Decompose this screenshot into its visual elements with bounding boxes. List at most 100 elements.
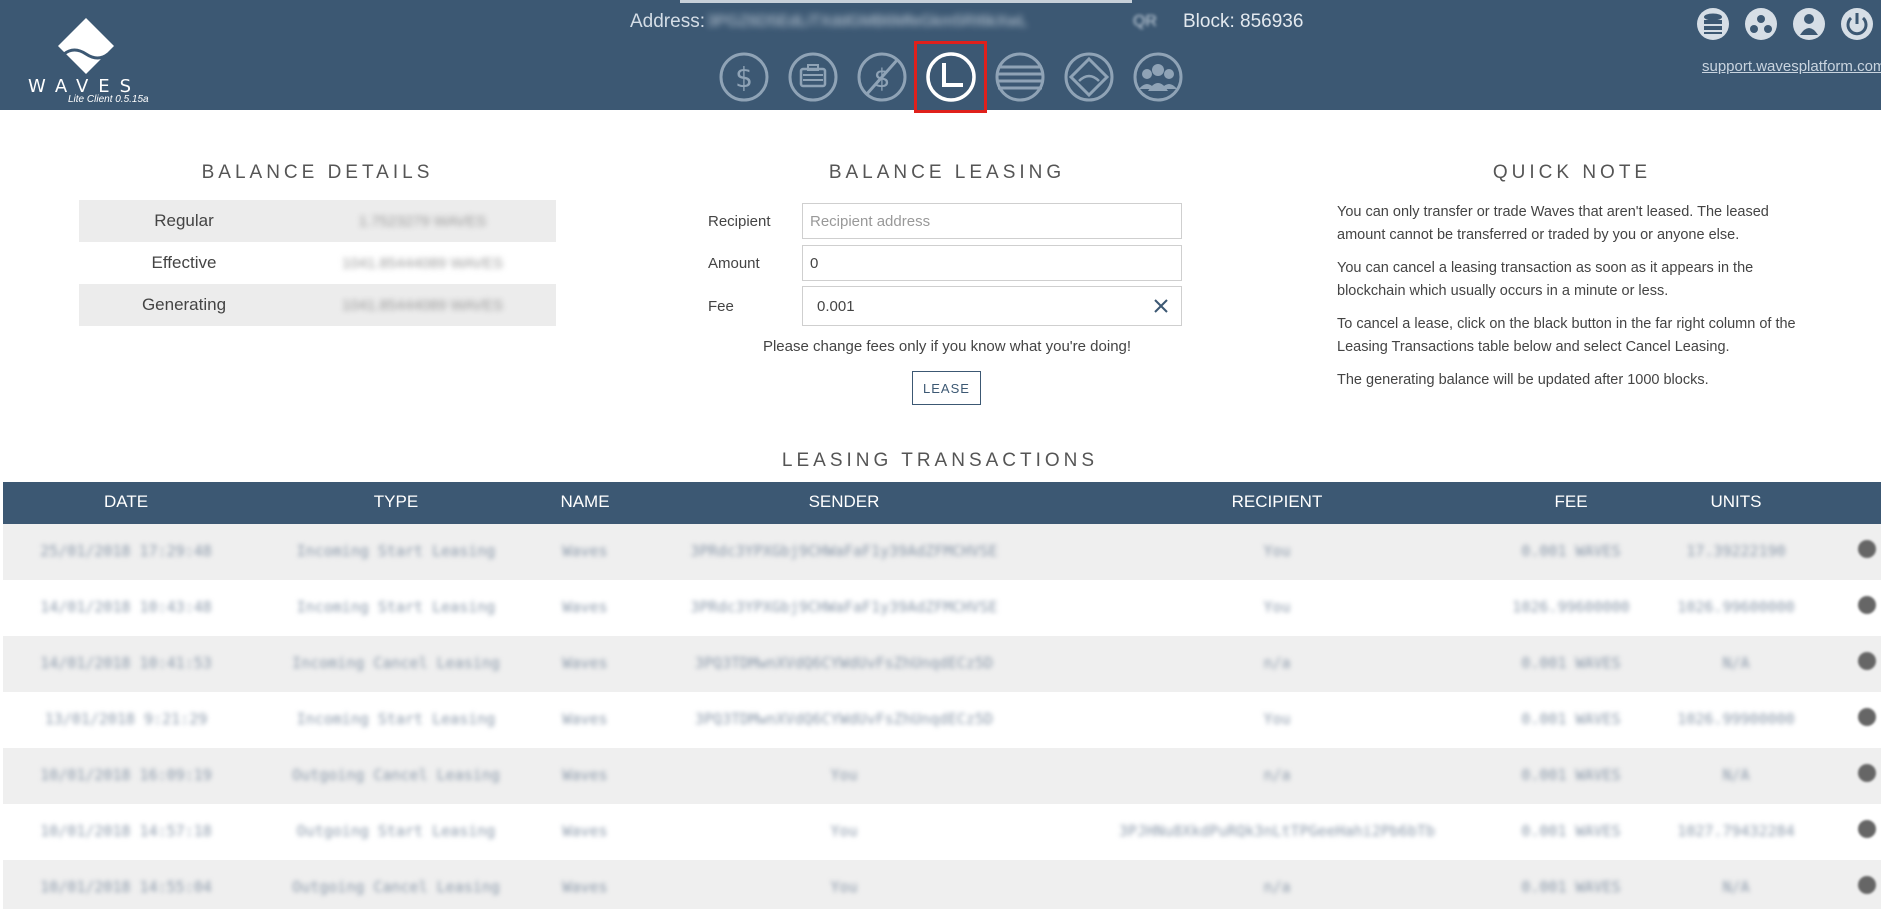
logout-button[interactable]: [1839, 6, 1875, 42]
network-button[interactable]: [1743, 6, 1779, 42]
table-row[interactable]: 14/01/2018 10:43:48 Incoming Start Leasin…: [3, 580, 1881, 636]
table-cell: Incoming Start Leasing: [296, 598, 496, 616]
recipient-input[interactable]: Recipient address: [802, 203, 1182, 239]
row-action-button[interactable]: [1858, 540, 1876, 558]
leasing-icon: [925, 52, 976, 102]
table-row[interactable]: 25/01/2018 17:29:48 Incoming Start Leasin…: [3, 524, 1881, 580]
table-cell: 0.001 WAVES: [1521, 822, 1621, 840]
transactions-body: 25/01/2018 17:29:48 Incoming Start Leasin…: [3, 524, 1881, 909]
table-row[interactable]: 13/01/2018 9:21:29 Incoming Start Leasing…: [3, 692, 1881, 748]
col-name[interactable]: NAME: [560, 492, 609, 512]
table-row[interactable]: 14/01/2018 10:41:53 Incoming Cancel Leasi…: [3, 636, 1881, 692]
clear-fee-icon[interactable]: [1151, 296, 1171, 316]
table-cell: 1027.79432284: [1677, 822, 1795, 840]
col-type[interactable]: TYPE: [374, 492, 418, 512]
table-cell: 13/01/2018 9:21:29: [44, 710, 208, 728]
balance-label: Effective: [151, 253, 217, 272]
balance-label: Regular: [154, 211, 214, 230]
table-cell: Incoming Start Leasing: [296, 710, 496, 728]
community-icon: [1133, 52, 1182, 102]
table-cell: 0.001 WAVES: [1521, 710, 1621, 728]
qr-button[interactable]: QR: [1133, 13, 1157, 31]
transactions-header: DATE TYPE NAME SENDER RECIPIENT FEE UNIT…: [3, 482, 1881, 524]
row-action-button[interactable]: [1858, 876, 1876, 894]
network-icon: [1745, 8, 1777, 40]
table-cell: You: [1263, 710, 1291, 728]
balance-value: 1041.85444089 WAVES: [342, 296, 503, 314]
waves-diamond-icon: [58, 18, 114, 74]
fee-label: Fee: [708, 297, 734, 315]
table-cell: Outgoing Start Leasing: [296, 822, 496, 840]
row-action-button[interactable]: [1858, 708, 1876, 726]
col-sender[interactable]: SENDER: [809, 492, 880, 512]
lease-form: Recipient Recipient address Amount 0 Fee…: [708, 200, 1186, 328]
address-value[interactable]: 3PGZ6D5EdLiTXddGMB6MfeGkm5RI6kXwL: [707, 13, 1127, 31]
table-cell: Outgoing Cancel Leasing: [292, 878, 500, 896]
table-row[interactable]: 10/01/2018 14:55:04 Outgoing Cancel Leasi…: [3, 860, 1881, 909]
col-units[interactable]: UNITS: [1711, 492, 1762, 512]
table-cell: 3PRdc3YPXGbj9CHWaFaF1y39AdZFMCHVSE: [690, 598, 998, 616]
note-paragraph: The generating balance will be updated a…: [1337, 372, 1709, 388]
table-cell: 17.39222190: [1686, 542, 1786, 560]
row-action-button[interactable]: [1858, 596, 1876, 614]
balance-row-generating: Generating 1041.85444089 WAVES: [79, 284, 556, 326]
table-cell: 0.001 WAVES: [1521, 878, 1621, 896]
account-button[interactable]: [1791, 6, 1827, 42]
amount-label: Amount: [708, 254, 760, 272]
user-icon: [1793, 8, 1825, 40]
table-cell: 10/01/2018 16:09:19: [40, 766, 212, 784]
recipient-label: Recipient: [708, 212, 771, 230]
lease-button[interactable]: LEASE: [912, 371, 981, 405]
waves-logo[interactable]: WAVES Lite Client 0.5.15a: [14, 6, 149, 105]
nav-exchange[interactable]: $: [854, 50, 909, 104]
table-cell: Waves: [562, 654, 608, 672]
table-cell: 10/01/2018 14:57:18: [40, 822, 212, 840]
fee-row: Fee 0.001: [708, 284, 1186, 328]
table-row[interactable]: 10/01/2018 16:09:19 Outgoing Cancel Leasi…: [3, 748, 1881, 804]
nav-community[interactable]: [1130, 50, 1185, 104]
row-action-button[interactable]: [1858, 764, 1876, 782]
power-icon: [1841, 8, 1873, 40]
row-action-button[interactable]: [1858, 820, 1876, 838]
row-action-button[interactable]: [1858, 652, 1876, 670]
fee-warning: Please change fees only if you know what…: [762, 338, 1132, 355]
table-cell: Incoming Cancel Leasing: [292, 654, 500, 672]
table-cell: n/a: [1263, 654, 1291, 672]
note-paragraph: You can cancel a leasing transaction as …: [1337, 260, 1754, 299]
table-row[interactable]: 10/01/2018 14:57:18 Outgoing Start Leasin…: [3, 804, 1881, 860]
table-cell: 3PRdc3YPXGbj9CHWaFaF1y39AdZFMCHVSE: [690, 542, 998, 560]
amount-input[interactable]: 0: [802, 245, 1182, 281]
col-date[interactable]: DATE: [104, 492, 148, 512]
block-height: Block: 856936: [1182, 11, 1304, 32]
nav-leasing[interactable]: [914, 41, 987, 113]
nav-wallet[interactable]: $: [716, 50, 771, 104]
note-paragraph: You can only transfer or trade Waves tha…: [1337, 204, 1769, 243]
table-cell: You: [1263, 598, 1291, 616]
nav-history[interactable]: [992, 50, 1047, 104]
main-nav: $ $: [716, 41, 1199, 113]
col-fee[interactable]: FEE: [1554, 492, 1587, 512]
balance-details-table: Regular 1.7523279 WAVES Effective 1041.8…: [79, 200, 556, 326]
support-link[interactable]: support.wavesplatform.com: [1702, 58, 1881, 75]
table-cell: Waves: [562, 878, 608, 896]
client-version: Lite Client 0.5.15a: [68, 94, 149, 105]
balance-row-regular: Regular 1.7523279 WAVES: [79, 200, 556, 242]
fee-input[interactable]: 0.001: [802, 286, 1182, 326]
table-cell: N/A: [1722, 878, 1750, 896]
recipient-row: Recipient Recipient address: [708, 200, 1186, 242]
top-header: WAVES Lite Client 0.5.15a Address: 3PGZ6…: [0, 0, 1881, 113]
nav-dex[interactable]: [1061, 50, 1116, 104]
quick-note-title: QUICK NOTE: [1492, 162, 1652, 183]
nav-portfolio[interactable]: [785, 50, 840, 104]
balance-value: 1.7523279 WAVES: [358, 212, 487, 230]
col-recipient[interactable]: RECIPIENT: [1232, 492, 1323, 512]
table-cell: Waves: [562, 766, 608, 784]
table-cell: 1026.99600000: [1677, 598, 1795, 616]
exchange-icon: $: [857, 52, 906, 102]
balance-label: Generating: [141, 295, 227, 314]
backup-button[interactable]: [1695, 6, 1731, 42]
amount-row: Amount 0: [708, 242, 1186, 284]
table-cell: 3PJHNu8XkdPuRQk3nLtTPGeeHahi2Pb6bTb: [1118, 822, 1436, 840]
table-cell: Waves: [562, 542, 608, 560]
table-cell: 1026.99900000: [1677, 710, 1795, 728]
